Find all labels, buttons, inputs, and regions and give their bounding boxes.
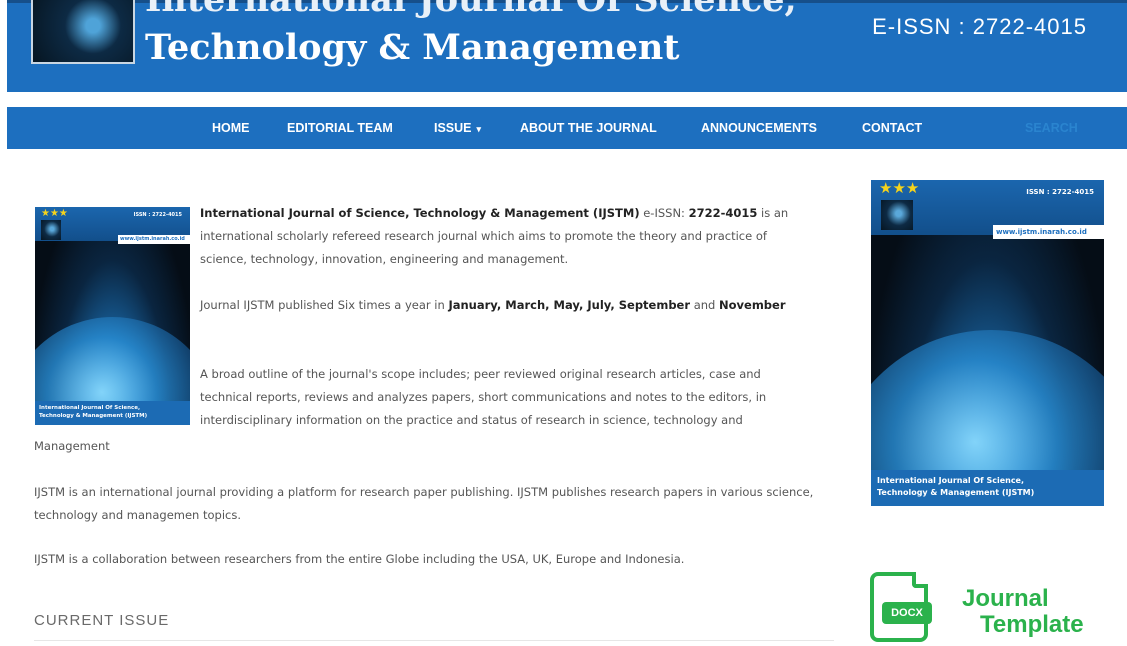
- platform-paragraph: IJSTM is an international journal provid…: [34, 485, 814, 522]
- eissn-label: E-ISSN : 2722-4015: [872, 14, 1087, 39]
- cover-title-line2: Technology & Management (IJSTM): [39, 413, 148, 419]
- site-title[interactable]: International Journal Of Science, Techno…: [145, 0, 797, 72]
- template-label-line1: Journal: [962, 585, 1049, 612]
- cover-url: www.ijstm.inarah.co.id: [118, 235, 190, 244]
- cover-title-line2: Technology & Management (IJSTM): [877, 488, 1035, 497]
- site-title-line1: International Journal Of Science,: [145, 0, 797, 24]
- scope-paragraph-tail: Management: [34, 439, 110, 453]
- journal-logo[interactable]: [31, 0, 135, 64]
- cover-title-line1: International Journal Of Science,: [877, 476, 1025, 485]
- journal-template-link[interactable]: DOCX Journal Template: [870, 572, 1110, 644]
- publication-schedule-paragraph: Journal IJSTM published Six times a year…: [200, 294, 790, 317]
- template-label-line2: Template: [980, 611, 1084, 638]
- scope-paragraph: A broad outline of the journal's scope i…: [200, 363, 790, 432]
- nav-announcements[interactable]: ANNOUNCEMENTS: [701, 107, 817, 149]
- nav-contact[interactable]: CONTACT: [862, 107, 922, 149]
- chevron-down-icon: ▾: [476, 124, 482, 134]
- schedule-text: Journal IJSTM published Six times a year…: [200, 298, 449, 312]
- template-label: Journal Template: [962, 586, 1084, 638]
- cover-url: www.ijstm.inarah.co.id: [993, 225, 1104, 239]
- site-title-line2: Technology & Management: [145, 27, 680, 68]
- collaboration-paragraph: IJSTM is a collaboration between researc…: [34, 552, 685, 566]
- cover-title-line1: International Journal Of Science,: [39, 405, 141, 411]
- docx-badge: DOCX: [882, 602, 932, 624]
- main-navigation: HOME EDITORIAL TEAM ISSUE ▾ ABOUT THE JOU…: [7, 107, 1127, 149]
- scope-text: A broad outline of the journal's scope i…: [200, 367, 767, 427]
- page-fold: [912, 572, 928, 588]
- cover-title-band: International Journal Of Science, Techno…: [871, 470, 1104, 506]
- eissn-prefix: e-ISSN:: [639, 206, 689, 220]
- section-divider: [34, 640, 834, 641]
- cover-thumbnail: [41, 220, 61, 240]
- nav-home[interactable]: HOME: [212, 107, 250, 149]
- cover-issn: ISSN : 2722-4015: [1026, 188, 1094, 196]
- schedule-months: January, March, May, July, September: [448, 298, 691, 312]
- site-header-banner: International Journal Of Science, Techno…: [7, 0, 1127, 92]
- nav-issue-label: ISSUE: [434, 121, 472, 135]
- eissn-number: 2722-4015: [688, 206, 758, 220]
- cover-issn: ISSN : 2722-4015: [133, 212, 182, 218]
- cover-stars: ★★★: [41, 208, 68, 219]
- nav-search[interactable]: SEARCH: [1025, 107, 1078, 149]
- nav-editorial-team[interactable]: EDITORIAL TEAM: [287, 107, 393, 149]
- schedule-last-month: November: [719, 298, 786, 312]
- nav-issue[interactable]: ISSUE ▾: [434, 107, 481, 149]
- cover-thumbnail: [881, 200, 913, 230]
- journal-name: International Journal of Science, Techno…: [200, 206, 640, 220]
- cover-stars: ★★★: [879, 180, 920, 197]
- current-issue-heading: CURRENT ISSUE: [34, 612, 170, 629]
- nav-about-journal[interactable]: ABOUT THE JOURNAL: [520, 107, 657, 149]
- journal-cover-large[interactable]: ★★★ ISSN : 2722-4015 www.ijstm.inarah.co…: [871, 180, 1104, 506]
- intro-paragraph: International Journal of Science, Techno…: [200, 202, 790, 271]
- schedule-and: and: [690, 298, 719, 312]
- cover-title-band: International Journal Of Science, Techno…: [35, 401, 190, 425]
- journal-cover-small[interactable]: ★★★ ISSN : 2722-4015 www.ijstm.inarah.co…: [35, 207, 190, 425]
